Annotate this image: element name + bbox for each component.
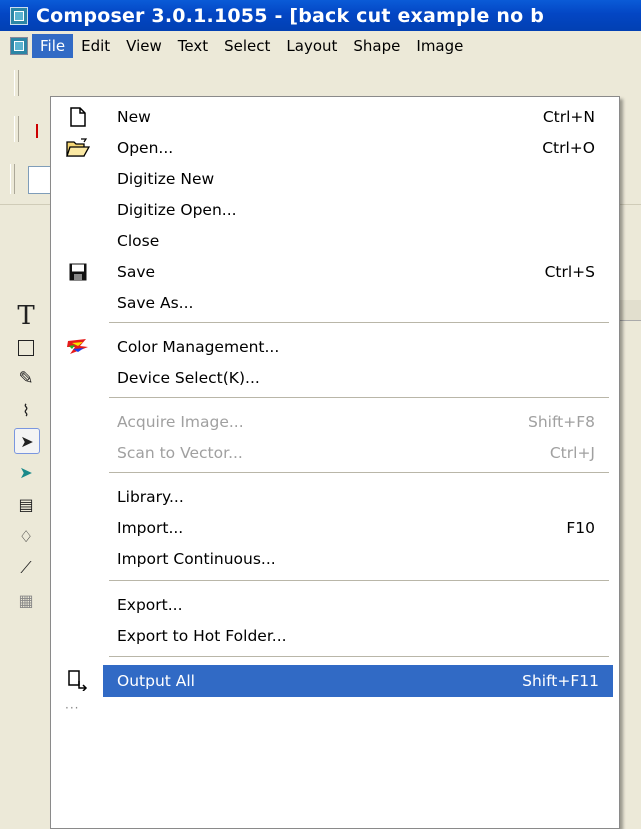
menu-file[interactable]: File [32, 33, 74, 58]
menu-separator [109, 472, 609, 473]
menu-item-output-all[interactable]: Output All Shift+F11 [103, 665, 613, 697]
font-combobox[interactable] [28, 166, 52, 194]
eyedropper-tool-icon[interactable]: ⟋ [14, 556, 38, 580]
output-icon-cell [51, 664, 103, 695]
title-bar: Composer 3.0.1.1055 - [back cut example … [0, 0, 641, 31]
menu-item-acquire-image[interactable]: Acquire Image... Shift+F8 [51, 406, 617, 437]
menu-image[interactable]: Image [408, 34, 471, 58]
menu-item-import-continuous[interactable]: Import Continuous... [51, 543, 617, 574]
menu-bar: File Edit View Text Select Layout Shape … [0, 31, 641, 60]
menu-separator [109, 397, 609, 398]
menu-item-digitize-open[interactable]: Digitize Open... [51, 194, 617, 225]
menu-item-scan-to-vector[interactable]: Scan to Vector... Ctrl+J [51, 437, 617, 468]
color-management-icon [65, 335, 91, 359]
window-title: Composer 3.0.1.1055 - [back cut example … [36, 4, 545, 27]
floppy-disk-icon [65, 260, 91, 284]
menu-item-open[interactable]: Open... Ctrl+O [51, 132, 617, 163]
menu-select[interactable]: Select [216, 34, 278, 58]
menu-item-library[interactable]: Library... [51, 481, 617, 512]
menu-separator [109, 322, 609, 323]
menu-layout[interactable]: Layout [278, 34, 345, 58]
menu-item-color-management[interactable]: Color Management... [51, 331, 617, 362]
more-items-icon: ··· [65, 701, 80, 715]
table-tool-icon[interactable]: ▤ [14, 492, 38, 516]
app-icon[interactable] [10, 6, 28, 25]
pencil-tool-icon[interactable]: ✎ [14, 366, 38, 390]
menu-item-export[interactable]: Export... [51, 589, 617, 620]
menu-item-save-as[interactable]: Save As... [51, 287, 617, 318]
menu-item-device-select[interactable]: Device Select(K)... [51, 362, 617, 393]
select-tool-icon[interactable]: ➤ [14, 428, 40, 454]
bezier-tool-icon[interactable]: ⌇ [14, 398, 38, 422]
menu-item-close[interactable]: Close [51, 225, 617, 256]
file-menu: New Ctrl+N Open... Ctrl+O Digitize New D… [50, 96, 620, 829]
new-document-icon [65, 105, 91, 129]
menu-item-save[interactable]: Save Ctrl+S [51, 256, 617, 287]
menu-item-import[interactable]: Import... F10 [51, 512, 617, 543]
menu-shape[interactable]: Shape [345, 34, 408, 58]
grid-tool-icon[interactable]: ▦ [14, 588, 38, 612]
fill-tool-icon[interactable]: ♢ [14, 524, 38, 548]
menu-edit[interactable]: Edit [73, 34, 118, 58]
toolbar-grip[interactable] [14, 116, 19, 142]
toolbar-grip[interactable] [14, 70, 19, 96]
toolbox: T ✎ ⌇ ➤ ➤ ▤ ♢ ⟋ ▦ [0, 300, 48, 829]
menu-separator [109, 580, 609, 581]
document-icon[interactable] [10, 36, 28, 55]
rectangle-tool-icon[interactable] [14, 336, 38, 360]
menu-item-new[interactable]: New Ctrl+N [51, 101, 617, 132]
node-select-tool-icon[interactable]: ➤ [14, 460, 38, 484]
menu-separator [109, 656, 609, 657]
open-folder-icon [65, 136, 91, 160]
menu-item-export-hot-folder[interactable]: Export to Hot Folder... [51, 620, 617, 651]
node-tool-icon[interactable] [36, 124, 46, 138]
menu-text[interactable]: Text [170, 34, 216, 58]
toolbar-grip[interactable] [10, 164, 15, 194]
menu-item-digitize-new[interactable]: Digitize New [51, 163, 617, 194]
text-tool-icon[interactable]: T [14, 301, 38, 331]
menu-view[interactable]: View [118, 34, 170, 58]
output-icon [65, 668, 91, 692]
